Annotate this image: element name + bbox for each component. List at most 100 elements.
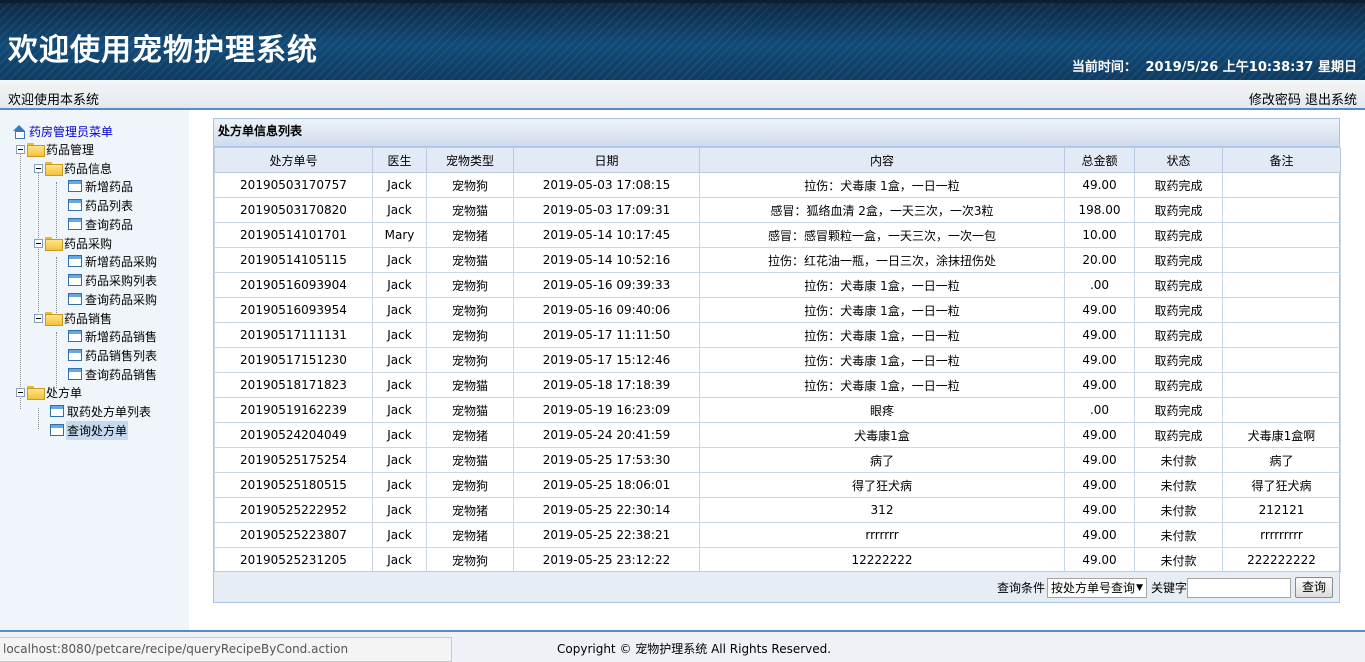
tree-drug-info[interactable]: 药品信息 [34, 159, 113, 177]
table-cell: 20190525175254 [214, 447, 373, 473]
table-cell: 2019-05-16 09:39:33 [513, 272, 700, 298]
menu-drug-list[interactable]: 药品列表 [68, 196, 134, 214]
menu-query-drug[interactable]: 查询药品 [68, 215, 134, 233]
table-cell: 20.00 [1064, 247, 1135, 273]
collapse-toggle-icon[interactable] [34, 163, 43, 173]
table-row[interactable]: 20190503170757 Jack 宠物狗 2019-05-03 17:08:15… [214, 172, 1341, 198]
tree-prescription[interactable]: 处方单 [16, 383, 83, 401]
table-row[interactable]: 20190517111131 Jack 宠物狗 2019-05-17 11:11:50… [214, 322, 1341, 348]
query-button[interactable]: 查询 [1295, 577, 1333, 598]
menu-label: 新增药品销售 [85, 329, 158, 344]
table-cell: 拉伤：犬毒康 1盒，一日一粒 [699, 372, 1065, 398]
table-cell: 未付款 [1134, 447, 1223, 473]
logout-link[interactable]: 退出系统 [1305, 93, 1357, 108]
table-row[interactable]: 20190525223807 Jack 宠物猪 2019-05-25 22:38:21… [214, 522, 1341, 548]
table-cell [1222, 322, 1341, 348]
menu-label: 查询药品采购 [85, 292, 158, 307]
table-cell: 198.00 [1064, 197, 1135, 223]
menu-query-sale[interactable]: 查询药品销售 [68, 365, 158, 383]
query-condition-select[interactable]: 按处方单号查询 ▼ [1046, 577, 1147, 598]
prescription-list-panel: 处方单信息列表 处方单号 医生 宠物类型 日期 内容 总金额 状态 备注 2019050317… [213, 118, 1341, 603]
panel-title: 处方单信息列表 [214, 119, 1339, 147]
menu-sale-list[interactable]: 药品销售列表 [68, 346, 158, 364]
table-cell: 取药完成 [1134, 347, 1223, 373]
tree-drug-purchase[interactable]: 药品采购 [34, 234, 113, 252]
table-cell: 20190503170757 [214, 172, 373, 198]
table-header-row: 处方单号 医生 宠物类型 日期 内容 总金额 状态 备注 [214, 147, 1341, 173]
menu-add-purchase[interactable]: 新增药品采购 [68, 252, 158, 270]
table-row[interactable]: 20190518171823 Jack 宠物猫 2019-05-18 17:18:39… [214, 372, 1341, 398]
menu-pickup-prescription-list[interactable]: 取药处方单列表 [50, 402, 152, 420]
folder-icon [45, 162, 63, 176]
table-cell: 犬毒康1盒 [699, 422, 1065, 448]
menu-query-purchase[interactable]: 查询药品采购 [68, 290, 158, 308]
table-cell: 宠物猫 [426, 197, 514, 223]
table-cell: 取药完成 [1134, 222, 1223, 248]
menu-query-prescription[interactable]: 查询处方单 [50, 420, 129, 440]
table-cell: 宠物猫 [426, 447, 514, 473]
menu-label: 药品采购列表 [85, 273, 158, 288]
table-cell: Jack [372, 322, 427, 348]
welcome-text: 欢迎使用本系统 [8, 93, 100, 108]
table-cell: 20190525180515 [214, 472, 373, 498]
page-icon [68, 218, 82, 230]
collapse-toggle-icon[interactable] [34, 238, 43, 248]
tree-root[interactable]: 药房管理员菜单 [12, 122, 114, 140]
tree-drug-management[interactable]: 药品管理 [16, 140, 95, 158]
change-password-link[interactable]: 修改密码 [1249, 93, 1301, 108]
table-row[interactable]: 20190516093904 Jack 宠物狗 2019-05-16 09:39:33… [214, 272, 1341, 298]
table-row[interactable]: 20190519162239 Jack 宠物猫 2019-05-19 16:23:09… [214, 397, 1341, 423]
menu-purchase-list[interactable]: 药品采购列表 [68, 271, 158, 289]
table-cell: Jack [372, 172, 427, 198]
table-cell: 取药完成 [1134, 197, 1223, 223]
table-cell: Jack [372, 522, 427, 548]
table-row[interactable]: 20190525175254 Jack 宠物猫 2019-05-25 17:53:30… [214, 447, 1341, 473]
table-cell [1222, 222, 1341, 248]
column-header: 状态 [1134, 147, 1223, 173]
table-row[interactable]: 20190517151230 Jack 宠物狗 2019-05-17 15:12:46… [214, 347, 1341, 373]
table-cell: 宠物狗 [426, 322, 514, 348]
table-row[interactable]: 20190514105115 Jack 宠物猫 2019-05-14 10:52:16… [214, 247, 1341, 273]
table-cell: 宠物狗 [426, 172, 514, 198]
menu-add-sale[interactable]: 新增药品销售 [68, 327, 158, 345]
column-header: 日期 [513, 147, 700, 173]
table-row[interactable]: 20190503170820 Jack 宠物猫 2019-05-03 17:09:31… [214, 197, 1341, 223]
table-cell: 20190517111131 [214, 322, 373, 348]
menu-label: 查询药品 [85, 217, 134, 232]
table-cell: 取药完成 [1134, 397, 1223, 423]
table-cell: 12222222 [699, 547, 1065, 573]
table-cell [1222, 397, 1341, 423]
page-icon [68, 293, 82, 305]
table-row[interactable]: 20190525180515 Jack 宠物狗 2019-05-25 18:06:01… [214, 472, 1341, 498]
collapse-toggle-icon[interactable] [16, 387, 25, 397]
table-cell: 20190525223807 [214, 522, 373, 548]
time-label: 当前时间： [1071, 60, 1137, 75]
table-row[interactable]: 20190525222952 Jack 宠物猪 2019-05-25 22:30:14… [214, 497, 1341, 523]
table-cell: 宠物猫 [426, 372, 514, 398]
table-cell: Mary [372, 222, 427, 248]
table-cell: Jack [372, 472, 427, 498]
table-row[interactable]: 20190525231205 Jack 宠物狗 2019-05-25 23:12:22… [214, 547, 1341, 573]
table-cell: 未付款 [1134, 472, 1223, 498]
table-cell: 2019-05-03 17:09:31 [513, 197, 700, 223]
table-cell: 2019-05-25 17:53:30 [513, 447, 700, 473]
tree-label: 药品管理 [46, 142, 95, 157]
table-cell: 20190514105115 [214, 247, 373, 273]
table-cell: 2019-05-03 17:08:15 [513, 172, 700, 198]
collapse-toggle-icon[interactable] [34, 313, 43, 323]
table-cell: 49.00 [1064, 522, 1135, 548]
table-cell: 未付款 [1134, 522, 1223, 548]
menu-add-drug[interactable]: 新增药品 [68, 177, 134, 195]
tree-drug-sales[interactable]: 药品销售 [34, 309, 113, 327]
table-cell: 宠物狗 [426, 297, 514, 323]
table-cell: 20190516093904 [214, 272, 373, 298]
table-cell [1222, 197, 1341, 223]
table-cell: Jack [372, 547, 427, 573]
table-row[interactable]: 20190514101701 Mary 宠物猪 2019-05-14 10:17:45… [214, 222, 1341, 248]
table-cell: Jack [372, 197, 427, 223]
collapse-toggle-icon[interactable] [16, 144, 25, 154]
table-cell: Jack [372, 397, 427, 423]
table-row[interactable]: 20190524204049 Jack 宠物猪 2019-05-24 20:41:59… [214, 422, 1341, 448]
keyword-input[interactable] [1187, 577, 1291, 598]
table-row[interactable]: 20190516093954 Jack 宠物狗 2019-05-16 09:40:06… [214, 297, 1341, 323]
